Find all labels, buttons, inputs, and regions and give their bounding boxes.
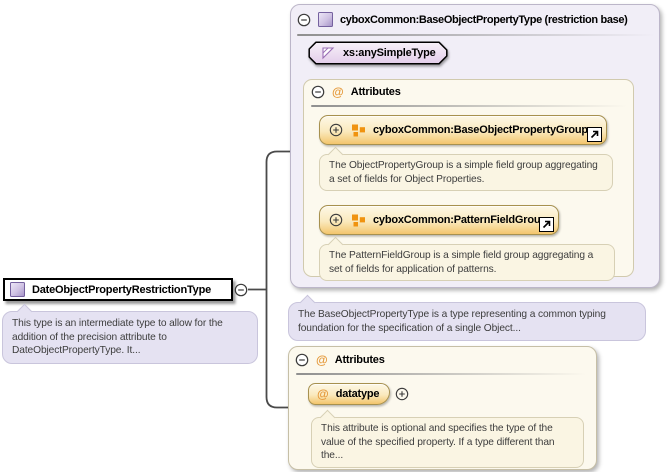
- base-attributes-box: @ Attributes cyboxCommon:BaseObjectPrope…: [303, 79, 634, 282]
- attribute-group-icon: [352, 214, 365, 227]
- minus-toggle-icon: [297, 13, 311, 26]
- attributes-header: @ Attributes: [311, 85, 401, 99]
- header-separator: [297, 34, 655, 36]
- attribute-expand-toggle[interactable]: [395, 387, 409, 401]
- attribute-group-badge[interactable]: cyboxCommon:BaseObjectPropertyGroup: [319, 115, 607, 145]
- group-label: cyboxCommon:BaseObjectPropertyGroup: [373, 124, 588, 136]
- at-icon: @: [332, 85, 344, 99]
- external-link-icon[interactable]: [539, 217, 554, 232]
- header-separator: [311, 105, 627, 107]
- minus-toggle-icon: [311, 85, 325, 99]
- simple-type-label: xs:anySimpleType: [343, 47, 436, 59]
- root-type-label: DateObjectPropertyRestrictionType: [32, 283, 212, 296]
- minus-toggle-icon: [295, 353, 309, 367]
- minus-toggle-icon: [234, 283, 248, 296]
- group-label: cyboxCommon:PatternFieldGroup: [373, 214, 547, 226]
- base-panel-collapse-toggle[interactable]: [297, 13, 311, 27]
- complex-type-icon: [318, 12, 333, 27]
- attribute-badge-datatype[interactable]: @ datatype: [308, 383, 390, 405]
- base-simple-type-badge[interactable]: xs:anySimpleType: [308, 41, 448, 65]
- attribute-description-note: This attribute is optional and specifies…: [311, 409, 584, 468]
- root-type-node[interactable]: DateObjectPropertyRestrictionType: [3, 278, 233, 301]
- attribute-name: datatype: [335, 388, 380, 400]
- attribute-description-text: This attribute is optional and specifies…: [321, 423, 555, 462]
- attributes-header: @ Attributes: [295, 353, 385, 367]
- at-icon: @: [317, 387, 329, 401]
- external-link-icon[interactable]: [587, 127, 602, 142]
- group-expand-toggle[interactable]: [329, 123, 343, 137]
- group-description-text: The ObjectPropertyGroup is a simple fiel…: [329, 160, 598, 185]
- group-description-text: The PatternFieldGroup is a simple field …: [329, 250, 594, 275]
- attributes-collapse-toggle[interactable]: [295, 353, 309, 367]
- at-icon: @: [316, 353, 328, 367]
- base-panel-title: cyboxCommon:BaseObjectPropertyType (rest…: [340, 13, 628, 26]
- root-collapse-toggle[interactable]: [234, 283, 248, 297]
- attributes-collapse-toggle[interactable]: [311, 85, 325, 99]
- attribute-group-badge[interactable]: cyboxCommon:PatternFieldGroup: [319, 205, 559, 235]
- group-description-note: The ObjectPropertyGroup is a simple fiel…: [319, 146, 613, 192]
- attributes-header-label: Attributes: [350, 86, 401, 98]
- header-separator: [296, 373, 586, 375]
- complex-type-icon: [10, 282, 25, 297]
- base-type-panel: cyboxCommon:BaseObjectPropertyType (rest…: [290, 4, 660, 288]
- root-annotation-note: This type is an intermediate type to all…: [2, 303, 258, 364]
- simple-type-icon: [322, 47, 335, 60]
- group-expand-toggle[interactable]: [329, 213, 343, 227]
- plus-toggle-icon: [329, 213, 343, 227]
- own-attributes-panel: @ Attributes @ datatype This attribute i…: [288, 346, 597, 470]
- attributes-header-label: Attributes: [334, 354, 385, 366]
- base-type-annotation-text: The BaseObjectPropertyType is a type rep…: [298, 309, 606, 334]
- root-annotation-text: This type is an intermediate type to all…: [12, 318, 223, 357]
- plus-toggle-icon: [329, 123, 343, 137]
- attribute-group-icon: [352, 124, 365, 137]
- plus-toggle-icon: [395, 387, 409, 401]
- xsd-diagram-canvas: DateObjectPropertyRestrictionType This t…: [0, 0, 667, 472]
- base-panel-header: cyboxCommon:BaseObjectPropertyType (rest…: [297, 12, 628, 27]
- group-description-note: The PatternFieldGroup is a simple field …: [319, 236, 615, 282]
- base-type-annotation-note: The BaseObjectPropertyType is a type rep…: [288, 294, 646, 342]
